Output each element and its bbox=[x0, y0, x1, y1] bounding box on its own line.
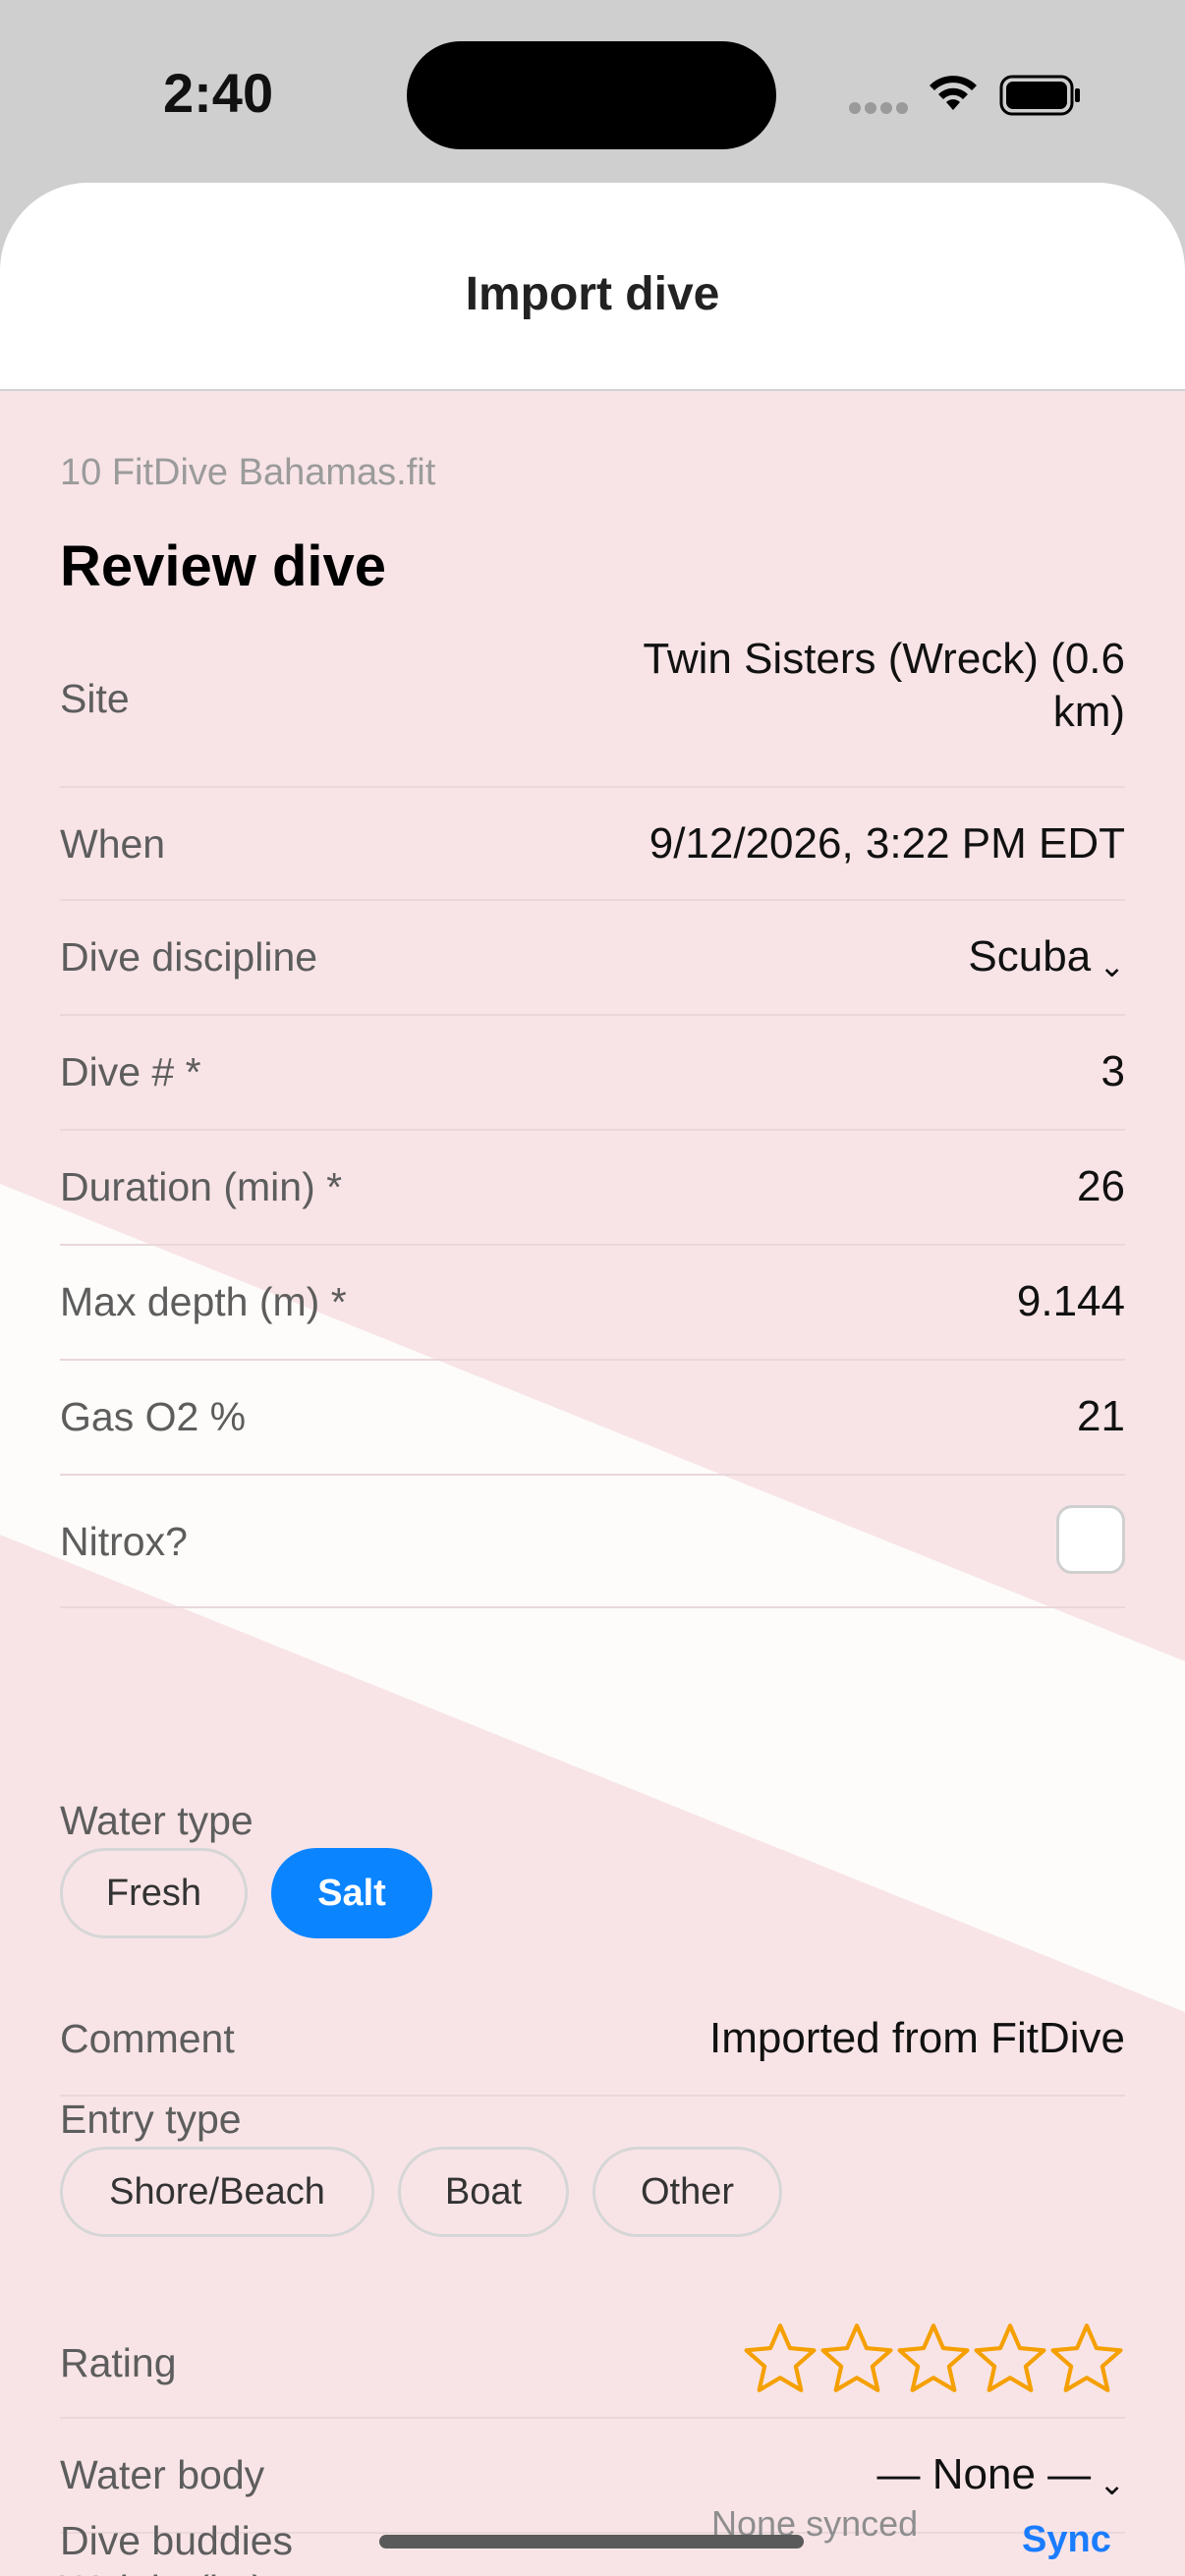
rating-row: Rating bbox=[60, 2303, 1125, 2419]
comment-field[interactable]: Imported from FitDive bbox=[709, 2014, 1125, 2063]
site-label: Site bbox=[60, 676, 130, 721]
duration-label: Duration (min) * bbox=[60, 1164, 343, 1209]
entry-type-shore[interactable]: Shore/Beach bbox=[60, 2147, 374, 2237]
when-label: When bbox=[60, 821, 166, 867]
status-time: 2:40 bbox=[163, 62, 274, 124]
chevron-down-icon: ⌄ bbox=[1099, 948, 1125, 983]
water-body-value: — None — bbox=[876, 2450, 1092, 2498]
duration-row[interactable]: Duration (min) * 26 bbox=[60, 1129, 1125, 1246]
duration-field[interactable]: 26 bbox=[1077, 1162, 1125, 1211]
gas-o2-label: Gas O2 % bbox=[60, 1394, 247, 1439]
signal-dots-icon bbox=[849, 102, 908, 114]
star-icon-5[interactable] bbox=[1048, 2321, 1125, 2397]
nitrox-checkbox[interactable] bbox=[1056, 1505, 1125, 1574]
max-depth-field[interactable]: 9.144 bbox=[1017, 1277, 1125, 1326]
comment-label: Comment bbox=[60, 2016, 235, 2061]
star-icon-2[interactable] bbox=[818, 2321, 895, 2397]
water-body-row[interactable]: Water body — None — ⌄ bbox=[60, 2417, 1125, 2534]
review-form[interactable]: 10 FitDive Bahamas.fit Review dive Site … bbox=[0, 391, 1185, 2576]
water-type-salt[interactable]: Salt bbox=[271, 1848, 432, 1938]
max-depth-label: Max depth (m) * bbox=[60, 1279, 347, 1324]
rating-stars[interactable] bbox=[742, 2321, 1125, 2397]
dive-number-label: Dive # * bbox=[60, 1049, 201, 1094]
when-row[interactable]: When 9/12/2026, 3:22 PM EDT bbox=[60, 786, 1125, 901]
comment-row[interactable]: Comment Imported from FitDive bbox=[60, 1983, 1125, 2097]
site-row[interactable]: Site Twin Sisters (Wreck) (0.6 km) bbox=[60, 635, 1125, 788]
water-type-label: Water type bbox=[60, 1798, 254, 1843]
nitrox-row[interactable]: Nitrox? bbox=[60, 1474, 1125, 1608]
site-value-line-2: km) bbox=[1052, 688, 1125, 736]
sync-button[interactable]: Sync bbox=[1022, 2519, 1111, 2561]
sheet-header: Import dive bbox=[0, 183, 1185, 391]
entry-type-other[interactable]: Other bbox=[592, 2147, 782, 2237]
entry-type-boat[interactable]: Boat bbox=[398, 2147, 569, 2237]
star-icon-3[interactable] bbox=[895, 2321, 972, 2397]
import-sheet: Import dive 10 FitDive Bahamas.fit Revie… bbox=[0, 183, 1185, 2576]
nitrox-label: Nitrox? bbox=[60, 1519, 188, 1564]
star-icon-4[interactable] bbox=[972, 2321, 1048, 2397]
gas-o2-field[interactable]: 21 bbox=[1077, 1392, 1125, 1441]
page-heading: Review dive bbox=[60, 534, 387, 598]
discipline-label: Dive discipline bbox=[60, 934, 318, 980]
weight-label: Weight (kg) bbox=[60, 2567, 265, 2576]
dive-buddies-label: Dive buddies bbox=[60, 2518, 294, 2563]
chevron-down-icon: ⌄ bbox=[1099, 2466, 1125, 2501]
when-value[interactable]: 9/12/2026, 3:22 PM EDT bbox=[649, 819, 1125, 868]
water-body-label: Water body bbox=[60, 2452, 265, 2497]
entry-type-label: Entry type bbox=[60, 2097, 242, 2142]
dynamic-island bbox=[407, 41, 776, 149]
discipline-select[interactable]: Scuba ⌄ bbox=[968, 932, 1125, 984]
max-depth-row[interactable]: Max depth (m) * 9.144 bbox=[60, 1244, 1125, 1361]
site-value-line-1: Twin Sisters (Wreck) (0.6 bbox=[643, 635, 1125, 683]
discipline-row[interactable]: Dive discipline Scuba ⌄ bbox=[60, 899, 1125, 1016]
home-indicator[interactable] bbox=[379, 2535, 804, 2548]
sheet-title: Import dive bbox=[465, 268, 720, 320]
dive-number-row[interactable]: Dive # * 3 bbox=[60, 1014, 1125, 1131]
file-name: 10 FitDive Bahamas.fit bbox=[60, 452, 436, 493]
star-icon-1[interactable] bbox=[742, 2321, 818, 2397]
battery-icon bbox=[999, 75, 1080, 116]
rating-label: Rating bbox=[60, 2340, 177, 2385]
discipline-value: Scuba bbox=[968, 932, 1092, 980]
water-body-select[interactable]: — None — ⌄ bbox=[877, 2450, 1125, 2502]
wifi-icon bbox=[930, 76, 977, 110]
water-type-fresh[interactable]: Fresh bbox=[60, 1848, 248, 1938]
status-bar: 2:40 bbox=[0, 0, 1185, 177]
dive-number-field[interactable]: 3 bbox=[1101, 1047, 1125, 1096]
gas-o2-row[interactable]: Gas O2 % 21 bbox=[60, 1359, 1125, 1476]
